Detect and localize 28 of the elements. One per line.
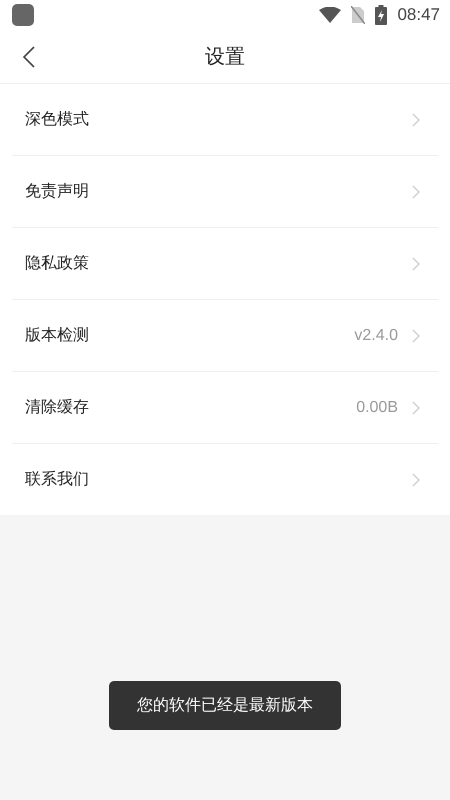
- item-value: v2.4.0: [354, 326, 398, 344]
- chevron-right-icon: [412, 112, 420, 126]
- status-time: 08:47: [397, 5, 440, 25]
- chevron-right-icon: [412, 472, 420, 486]
- chevron-right-icon: [412, 400, 420, 414]
- item-label: 版本检测: [25, 325, 89, 346]
- item-label: 联系我们: [25, 469, 89, 490]
- settings-item[interactable]: 隐私政策: [12, 228, 438, 300]
- settings-item[interactable]: 版本检测 v2.4.0: [12, 300, 438, 372]
- settings-item[interactable]: 深色模式: [12, 84, 438, 156]
- page-title: 设置: [205, 43, 245, 70]
- settings-item[interactable]: 清除缓存 0.00B: [12, 372, 438, 444]
- chevron-right-icon: [412, 184, 420, 198]
- no-sim-icon: [351, 6, 366, 24]
- toast-message: 您的软件已经是最新版本: [109, 681, 341, 730]
- settings-item[interactable]: 免责声明: [12, 156, 438, 228]
- item-label: 隐私政策: [25, 253, 89, 274]
- battery-charging-icon: [375, 5, 388, 25]
- chevron-right-icon: [412, 256, 420, 270]
- wifi-icon: [319, 7, 342, 23]
- app-icon: [12, 4, 34, 26]
- item-label: 清除缓存: [25, 397, 89, 418]
- item-label: 免责声明: [25, 181, 89, 202]
- item-label: 深色模式: [25, 109, 89, 130]
- chevron-right-icon: [412, 328, 420, 342]
- item-value: 0.00B: [356, 398, 398, 416]
- settings-item[interactable]: 联系我们: [12, 444, 438, 515]
- back-icon[interactable]: [22, 45, 36, 69]
